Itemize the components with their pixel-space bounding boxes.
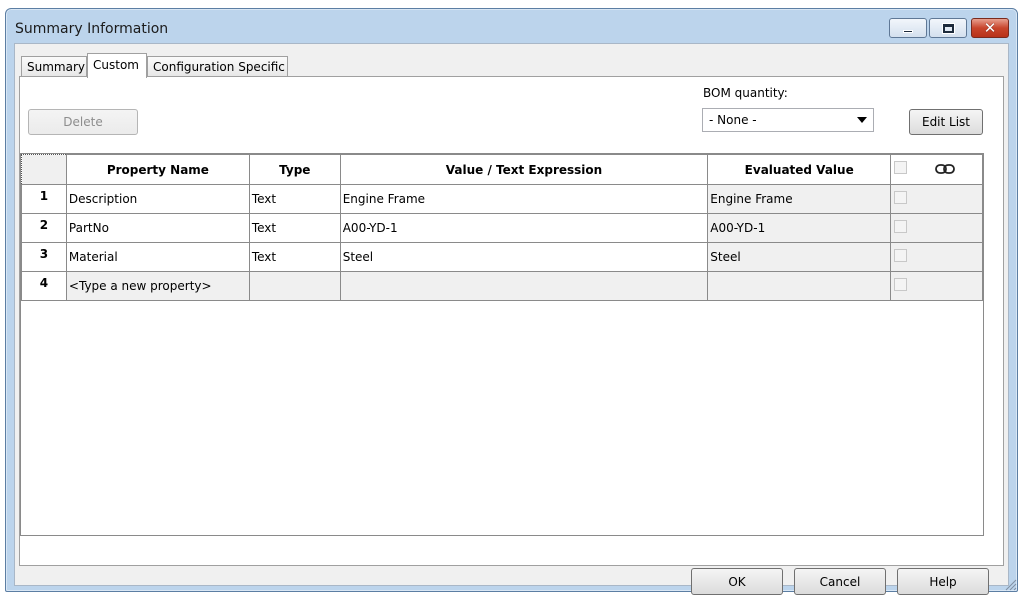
link-checkbox[interactable] (894, 220, 908, 233)
cell-evaluated-value (707, 271, 892, 301)
tab-configuration-specific[interactable]: Configuration Specific (147, 56, 288, 77)
tab-summary[interactable]: Summary (21, 56, 87, 77)
cell-value[interactable]: Engine Frame (339, 184, 709, 214)
dialog-client-area: Summary Custom Configuration Specific De… (14, 43, 1009, 595)
resize-grip-icon[interactable] (1003, 577, 1017, 591)
link-checkbox[interactable] (894, 278, 908, 291)
row-number[interactable]: 4 (21, 271, 67, 301)
header-value-text-expression[interactable]: Value / Text Expression (339, 154, 709, 185)
cell-evaluated-value: Steel (707, 242, 892, 272)
cell-link (890, 184, 983, 214)
header-property-name[interactable]: Property Name (65, 154, 250, 185)
select-all-checkbox[interactable] (894, 161, 908, 174)
header-type[interactable]: Type (248, 154, 341, 185)
cell-new-property[interactable]: <Type a new property> (65, 271, 250, 301)
cell-property-name[interactable]: PartNo (65, 213, 250, 243)
maximize-icon (942, 23, 954, 33)
cell-type[interactable]: Text (248, 213, 341, 243)
title-bar[interactable]: Summary Information ✕ (6, 9, 1017, 43)
table-row[interactable]: 3 Material Text Steel Steel (21, 242, 983, 272)
header-evaluated-value[interactable]: Evaluated Value (707, 154, 892, 185)
cell-value[interactable] (339, 271, 709, 301)
cancel-button[interactable]: Cancel (794, 568, 886, 595)
close-button[interactable]: ✕ (971, 18, 1009, 38)
properties-grid: Property Name Type Value / Text Expressi… (20, 153, 984, 536)
tab-custom[interactable]: Custom (87, 53, 147, 78)
cell-type[interactable]: Text (248, 184, 341, 214)
minimize-icon (903, 30, 913, 33)
cell-value[interactable]: Steel (339, 242, 709, 272)
cell-link (890, 271, 983, 301)
cell-property-name[interactable]: Material (65, 242, 250, 272)
link-checkbox[interactable] (894, 191, 908, 204)
table-row[interactable]: 2 PartNo Text A00-YD-1 A00-YD-1 (21, 213, 983, 243)
cell-property-name[interactable]: Description (65, 184, 250, 214)
custom-properties-panel: Delete BOM quantity: - None - Edit List (19, 76, 1004, 566)
dropdown-arrow-icon (857, 117, 867, 123)
grid-header-row: Property Name Type Value / Text Expressi… (21, 154, 983, 185)
close-icon: ✕ (983, 18, 997, 37)
dialog-window: Summary Information ✕ Summary Custom Con… (5, 8, 1018, 595)
bom-quantity-value: - None - (709, 113, 757, 127)
header-link-column (890, 154, 983, 185)
cell-link (890, 213, 983, 243)
window-title: Summary Information (15, 21, 169, 37)
link-checkbox[interactable] (894, 249, 908, 262)
cell-link (890, 242, 983, 272)
table-row[interactable]: 4 <Type a new property> (21, 271, 983, 301)
bom-quantity-label: BOM quantity: (703, 86, 788, 100)
cell-value[interactable]: A00-YD-1 (339, 213, 709, 243)
row-number[interactable]: 3 (21, 242, 67, 272)
bom-quantity-dropdown[interactable]: - None - (702, 108, 874, 132)
ok-button[interactable]: OK (691, 568, 783, 595)
cell-type[interactable]: Text (248, 242, 341, 272)
minimize-button[interactable] (889, 18, 927, 38)
help-button[interactable]: Help (897, 568, 989, 595)
link-icon (935, 163, 956, 178)
row-number[interactable]: 1 (21, 184, 67, 214)
cell-evaluated-value: A00-YD-1 (707, 213, 892, 243)
table-row[interactable]: 1 Description Text Engine Frame Engine F… (21, 184, 983, 214)
delete-button[interactable]: Delete (28, 109, 138, 135)
grid-corner-cell[interactable] (21, 154, 67, 185)
cell-type[interactable] (248, 271, 341, 301)
row-number[interactable]: 2 (21, 213, 67, 243)
maximize-button[interactable] (929, 18, 967, 38)
edit-list-button[interactable]: Edit List (909, 109, 983, 135)
cell-evaluated-value: Engine Frame (707, 184, 892, 214)
